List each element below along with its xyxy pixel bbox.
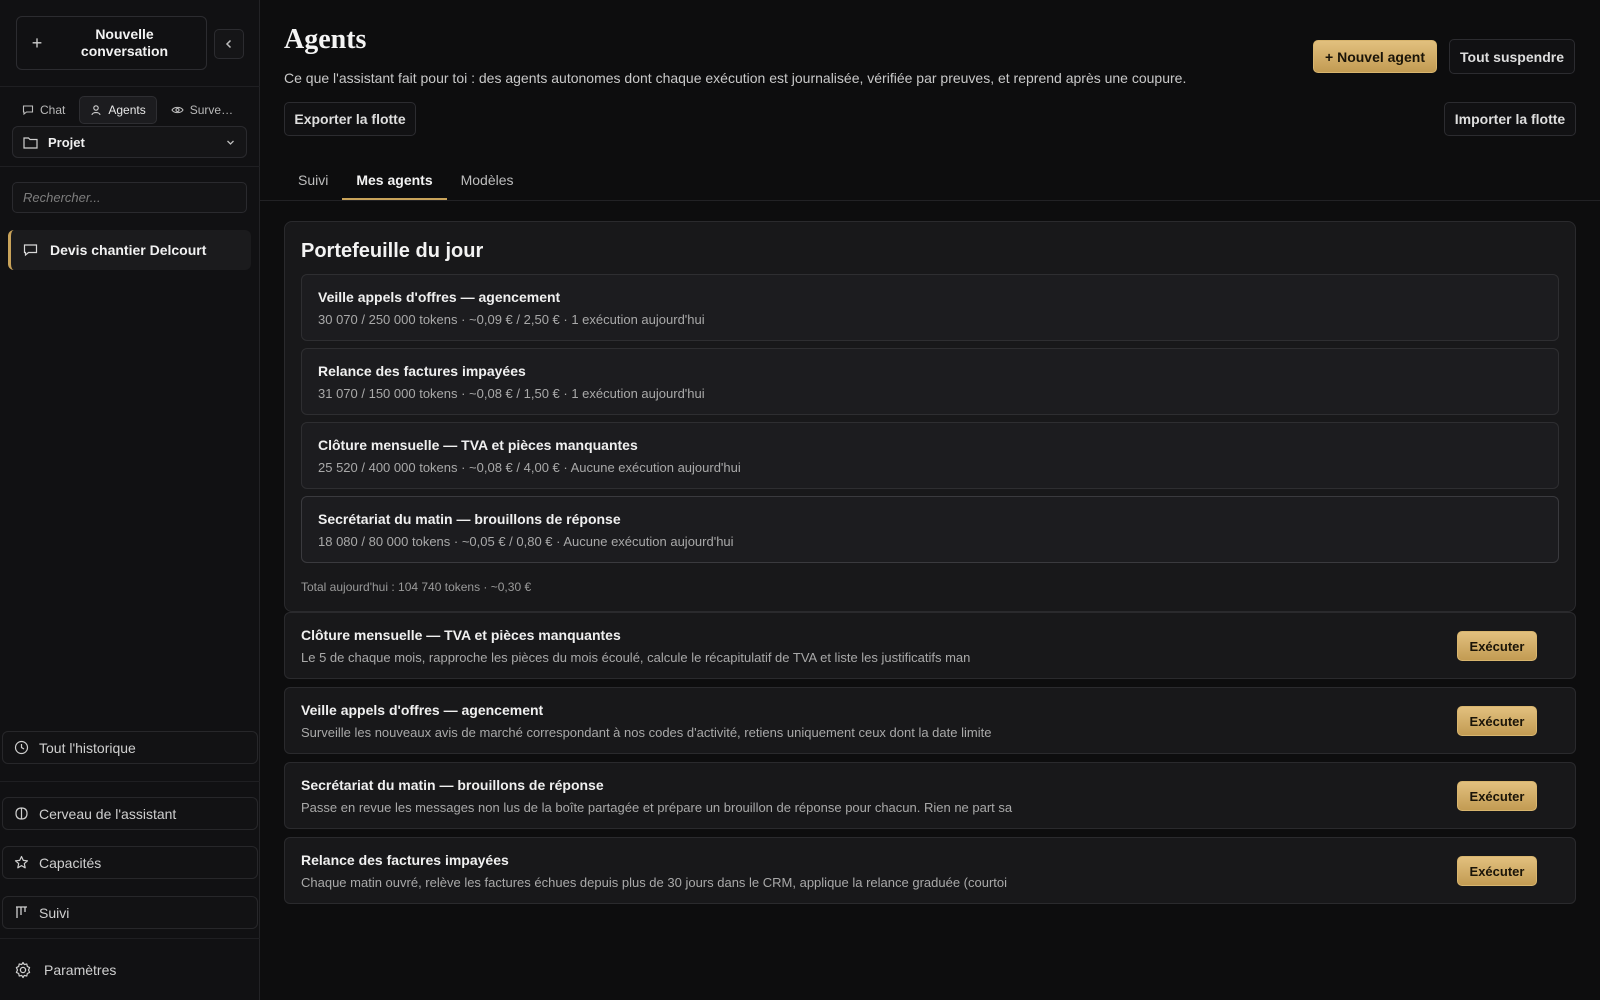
plus-icon: + [31,32,43,53]
chat-icon [23,244,38,257]
agent-card: Clôture mensuelle — TVA et pièces manqua… [284,612,1576,679]
mode-agents-label: Agents [108,103,146,117]
mode-surveillance[interactable]: Surve… [161,96,243,124]
conversation-item[interactable]: Devis chantier Delcourt [8,230,251,270]
user-icon [91,105,101,116]
portfolio-item-title: Clôture mensuelle — TVA et pièces manqua… [318,437,638,453]
folder-icon [23,136,38,149]
main-content: Agents Ce que l'assistant fait pour toi … [260,0,1600,1000]
page-title: Agents [284,24,367,55]
mode-chat[interactable]: Chat [12,96,75,124]
all-history-label: Tout l'historique [39,739,136,756]
portfolio-item: Clôture mensuelle — TVA et pièces manqua… [301,422,1559,489]
tracking-label: Suivi [39,904,70,921]
divider [0,86,260,87]
capabilities-label: Capacités [39,854,102,871]
tabs: Suivi Mes agents Modèles [284,162,528,200]
settings-label: Paramètres [44,962,117,978]
collapse-sidebar-button[interactable] [214,29,244,59]
portfolio-item-meta: 25 520 / 400 000 tokens · ~0,08 € / 4,00… [318,460,741,475]
portfolio-item: Secrétariat du matin — brouillons de rép… [301,496,1559,563]
agent-title: Clôture mensuelle — TVA et pièces manqua… [301,627,621,643]
capabilities-button[interactable]: Capacités [2,846,258,879]
run-agent-button[interactable]: Exécuter [1457,856,1537,886]
agent-title: Secrétariat du matin — brouillons de rép… [301,777,604,793]
agent-description: Surveille les nouveaux avis de marché co… [301,725,992,740]
agent-description: Chaque matin ouvré, relève les factures … [301,875,1008,890]
sidebar: + Nouvelle conversation Chat Agents Surv… [0,0,260,1000]
mode-switcher: Chat Agents Surve… [12,96,248,124]
mode-agents[interactable]: Agents [79,96,157,124]
divider [0,781,260,782]
assistant-brain-button[interactable]: Cerveau de l'assistant [2,797,258,830]
divider [0,166,260,167]
conversation-label: Devis chantier Delcourt [50,242,207,258]
portfolio-item-meta: 18 080 / 80 000 tokens · ~0,05 € / 0,80 … [318,534,734,549]
chat-icon [22,105,34,116]
eye-icon [171,106,184,114]
import-fleet-button[interactable]: Importer la flotte [1444,102,1576,136]
kanban-icon [16,906,27,918]
agent-description: Le 5 de chaque mois, rapproche les pièce… [301,650,971,665]
tracking-button[interactable]: Suivi [2,896,258,929]
clock-icon [14,740,29,755]
project-label: Projet [48,134,85,150]
mode-chat-label: Chat [40,103,66,117]
agent-title: Veille appels d'offres — agencement [301,702,544,718]
agent-card: Secrétariat du matin — brouillons de rép… [284,762,1576,829]
portfolio-item-title: Relance des factures impayées [318,363,526,379]
agent-card: Relance des factures impayées Chaque mat… [284,837,1576,904]
chevron-down-icon [227,140,234,145]
run-agent-button[interactable]: Exécuter [1457,631,1537,661]
settings-button[interactable]: Paramètres [14,955,116,985]
portfolio-panel: Portefeuille du jour Veille appels d'off… [284,221,1576,612]
portfolio-total: Total aujourd'hui : 104 740 tokens · ~0,… [301,580,532,594]
assistant-brain-label: Cerveau de l'assistant [39,805,177,822]
portfolio-item-title: Secrétariat du matin — brouillons de rép… [318,511,621,527]
divider [0,938,260,939]
star-icon [14,855,29,869]
brain-icon [15,807,28,820]
tab-mes-agents[interactable]: Mes agents [342,162,447,200]
run-agent-button[interactable]: Exécuter [1457,781,1537,811]
search-input[interactable] [12,182,247,213]
portfolio-item: Relance des factures impayées 31 070 / 1… [301,348,1559,415]
page-subtitle: Ce que l'assistant fait pour toi : des a… [284,70,1187,86]
portfolio-item-title: Veille appels d'offres — agencement [318,289,561,305]
tab-suivi[interactable]: Suivi [284,162,342,200]
new-agent-button[interactable]: + Nouvel agent [1313,40,1437,73]
all-history-button[interactable]: Tout l'historique [2,731,258,764]
run-agent-button[interactable]: Exécuter [1457,706,1537,736]
new-conversation-label: Nouvelle conversation [80,26,169,59]
suspend-all-button[interactable]: Tout suspendre [1449,39,1575,74]
portfolio-item-meta: 30 070 / 250 000 tokens · ~0,09 € / 2,50… [318,312,705,327]
chevron-left-icon [225,39,232,49]
agent-description: Passe en revue les messages non lus de l… [301,800,1013,815]
export-fleet-button[interactable]: Exporter la flotte [284,102,416,136]
gear-icon [15,961,31,979]
agent-title: Relance des factures impayées [301,852,509,868]
new-conversation-button[interactable]: + Nouvelle conversation [16,16,207,70]
portfolio-item: Veille appels d'offres — agencement 30 0… [301,274,1559,341]
portfolio-item-meta: 31 070 / 150 000 tokens · ~0,08 € / 1,50… [318,386,705,401]
agent-card: Veille appels d'offres — agencement Surv… [284,687,1576,754]
tabs-divider [260,200,1600,201]
mode-surveillance-label: Surve… [189,103,234,117]
project-selector[interactable]: Projet [12,126,247,158]
portfolio-title: Portefeuille du jour [301,240,484,262]
tab-modeles[interactable]: Modèles [447,162,528,200]
